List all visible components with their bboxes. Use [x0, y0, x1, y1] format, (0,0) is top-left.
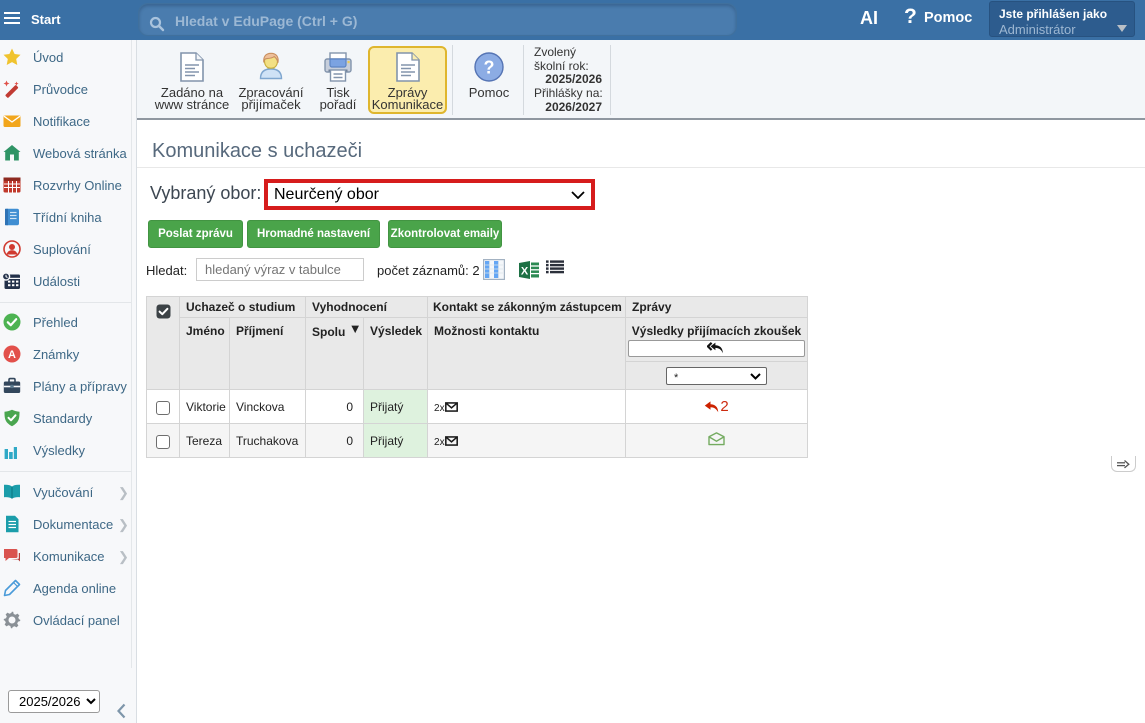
svg-text:?: ? — [484, 58, 495, 78]
svg-text:X: X — [521, 266, 529, 278]
svg-text:A: A — [8, 349, 16, 361]
